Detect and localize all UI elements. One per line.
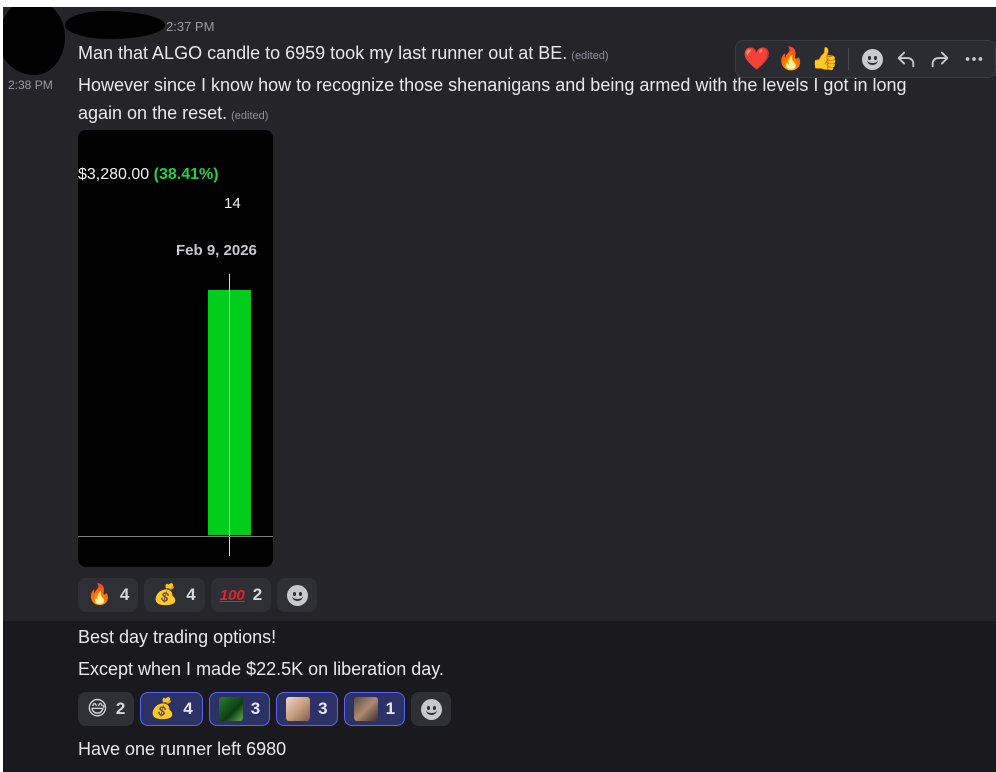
message-body-line: However since I know how to recognize th…: [78, 75, 907, 95]
money-bag-icon: 💰: [153, 584, 179, 606]
toolbar-divider: [848, 48, 849, 70]
reaction-count: 4: [183, 699, 193, 718]
money-bag-icon: 💰: [150, 698, 176, 720]
more-icon: [965, 57, 983, 61]
more-button[interactable]: [959, 44, 989, 74]
message-body: Except when I made $22.5K on liberation …: [78, 659, 444, 679]
chart-crosshair-vertical: [229, 274, 230, 556]
message-text: Man that ALGO candle to 6959 took my las…: [78, 39, 609, 70]
reaction-count: 1: [385, 699, 396, 718]
reaction-count: 2: [252, 585, 263, 604]
add-reaction-button[interactable]: [277, 578, 318, 612]
reaction-fire[interactable]: 🔥 4: [78, 578, 139, 612]
chart-number-label: 14: [224, 195, 241, 212]
add-reaction-icon: [861, 48, 883, 70]
reaction-hundred[interactable]: 100 2: [210, 578, 272, 612]
edited-label: (edited): [231, 110, 269, 122]
reaction-bar: 🔥 4 💰 4 100 2: [78, 578, 318, 612]
chart-price-readout: $3,280.00 (38.41%): [78, 166, 219, 184]
add-reaction-icon: [420, 698, 442, 720]
reaction-count: 3: [318, 699, 328, 718]
add-reaction-icon: [286, 584, 308, 606]
heart-reaction-button[interactable]: ❤️: [742, 44, 772, 74]
message-timestamp: 2:37 PM: [166, 19, 215, 34]
fire-icon: 🔥: [87, 584, 112, 606]
reaction-count: 4: [186, 585, 196, 604]
custom-emoji-icon: [286, 697, 311, 721]
reaction-custom-emoji-selected[interactable]: 3: [208, 692, 271, 726]
chart-percent-change: (38.41%): [153, 166, 219, 183]
reaction-sweat-smile[interactable]: 😅 2: [78, 692, 135, 726]
thumbs-up-reaction-button[interactable]: 👍: [810, 44, 840, 74]
reaction-count: 3: [250, 699, 261, 718]
message-text: Best day trading options!: [78, 623, 276, 651]
reaction-count: 4: [119, 585, 130, 604]
custom-emoji-icon: [353, 697, 378, 721]
message-text: Have one runner left 6980: [78, 735, 286, 763]
forward-button[interactable]: [925, 44, 955, 74]
reaction-money-bag[interactable]: 💰 4: [144, 578, 205, 612]
chart-date-label: Feb 9, 2026: [176, 242, 257, 259]
reaction-bar: 😅 2 💰 4 3 3 1: [78, 692, 452, 726]
thumbs-up-icon: 👍: [811, 46, 839, 71]
forward-icon: [931, 51, 949, 68]
reaction-custom-emoji-selected[interactable]: 3: [276, 692, 338, 726]
reaction-custom-emoji-selected[interactable]: 1: [343, 692, 406, 726]
reply-icon: [897, 51, 915, 68]
message-gutter-timestamp: 2:38 PM: [8, 78, 53, 92]
message-hover-toolbar: ❤️ 🔥 👍: [735, 40, 996, 78]
fire-reaction-button[interactable]: 🔥: [776, 44, 806, 74]
message-body: Best day trading options!: [78, 627, 277, 647]
add-reaction-button[interactable]: [857, 44, 887, 74]
message-body: Have one runner left 6980: [78, 739, 287, 759]
message-text-continued: again on the reset. (edited): [78, 99, 268, 130]
chart-image-attachment[interactable]: $3,280.00 (38.41%) 14 Feb 9, 2026: [78, 130, 273, 567]
chart-price: $3,280.00: [78, 166, 150, 183]
add-reaction-button[interactable]: [411, 692, 452, 726]
reaction-count: 2: [115, 699, 126, 718]
chat-pane: 2:37 PM Man that ALGO candle to 6959 too…: [3, 7, 996, 772]
edited-label: (edited): [571, 50, 609, 62]
message-body: Man that ALGO candle to 6959 took my las…: [78, 43, 568, 63]
reaction-money-bag-selected[interactable]: 💰 4: [140, 692, 203, 726]
heart-icon: ❤️: [743, 46, 771, 71]
sweat-smile-icon: 😅: [87, 698, 108, 720]
chart-baseline: [78, 536, 273, 537]
reply-button[interactable]: [891, 44, 921, 74]
custom-emoji-icon: [218, 697, 243, 721]
message-text: Except when I made $22.5K on liberation …: [78, 655, 444, 683]
fire-icon: 🔥: [777, 46, 805, 71]
message-body-line: again on the reset.: [78, 103, 228, 123]
hundred-points-icon: 100: [219, 586, 245, 604]
